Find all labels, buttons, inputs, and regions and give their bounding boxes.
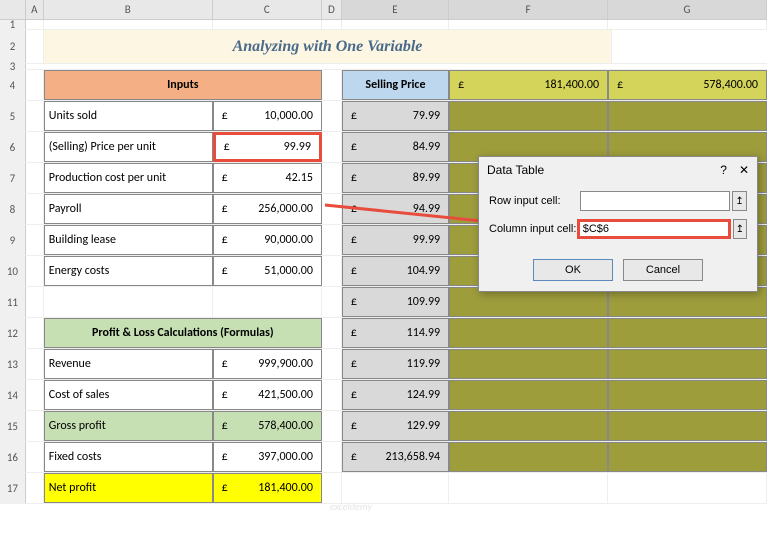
col-header-c[interactable]: C [213,0,322,19]
col-header-g[interactable]: G [608,0,767,19]
pl-val-4[interactable]: £181,400.00 [213,473,322,503]
sell-g-8[interactable] [608,349,767,379]
pl-val-0[interactable]: £999,900.00 [213,349,322,379]
pl-label-0[interactable]: Revenue [44,349,213,379]
row-header-8[interactable]: 8 [0,194,26,224]
sell-f-11[interactable] [449,442,608,472]
row-header-13[interactable]: 13 [0,349,26,379]
pl-val-3[interactable]: £397,000.00 [213,442,322,472]
col-input-field[interactable] [577,219,731,239]
inputs-label-3[interactable]: Payroll [44,194,213,224]
sell-row-10[interactable]: £129.99 [342,411,449,441]
row-header-6[interactable]: 6 [0,132,26,162]
sell-row-9[interactable]: £124.99 [342,380,449,410]
sell-g-0[interactable] [608,101,767,131]
inputs-val-0[interactable]: £10,000.00 [213,101,322,131]
cancel-button[interactable]: Cancel [623,259,703,281]
selling-g-header[interactable]: £578,400.00 [608,70,767,100]
col-header-a[interactable]: A [26,0,44,19]
inputs-val-5[interactable]: £51,000.00 [213,256,322,286]
sell-f-9[interactable] [449,380,608,410]
inputs-val-3[interactable]: £256,000.00 [213,194,322,224]
data-table-dialog: Data Table ? ✕ Row input cell: ↥ Column … [478,156,758,292]
row-header-1[interactable]: 1 [0,20,26,29]
watermark: exceldemy [330,500,372,513]
row-header-14[interactable]: 14 [0,380,26,410]
sell-g-9[interactable] [608,380,767,410]
pl-label-3[interactable]: Fixed costs [44,442,213,472]
sell-row-2[interactable]: £89.99 [342,163,449,193]
pl-val-2[interactable]: £578,400.00 [213,411,322,441]
sell-row-0[interactable]: £79.99 [342,101,449,131]
sell-row-5[interactable]: £104.99 [342,256,449,286]
col-header-d[interactable]: D [322,0,342,19]
help-icon[interactable]: ? [720,163,727,177]
sell-g-11[interactable] [608,442,767,472]
sell-g-10[interactable] [608,411,767,441]
close-icon[interactable]: ✕ [739,163,749,177]
row-header-16[interactable]: 16 [0,442,26,472]
inputs-label-5[interactable]: Energy costs [44,256,213,286]
column-headers: A B C D E F G [0,0,767,20]
inputs-label-4[interactable]: Building lease [44,225,213,255]
ok-button[interactable]: OK [533,259,613,281]
row-header-12[interactable]: 12 [0,318,26,348]
inputs-val-1[interactable]: £99.99 [213,132,322,162]
sell-row-7[interactable]: £114.99 [342,318,449,348]
pl-label-2[interactable]: Gross profit [44,411,213,441]
sell-row-3[interactable]: £94.99 [342,194,449,224]
pl-val-1[interactable]: £421,500.00 [213,380,322,410]
col-header-b[interactable]: B [44,0,213,19]
pl-label-4[interactable]: Net profit [44,473,213,503]
row-header-9[interactable]: 9 [0,225,26,255]
sell-f-7[interactable] [449,318,608,348]
row-picker-icon[interactable]: ↥ [732,191,747,211]
spreadsheet: A B C D E F G 1 2 Analyzing with One Var… [0,0,767,538]
col-input-label: Column input cell: [489,223,577,235]
sell-row-11[interactable]: £213,658.94 [342,442,449,472]
row-header-15[interactable]: 15 [0,411,26,441]
sell-row-4[interactable]: £99.99 [342,225,449,255]
dialog-title: Data Table [487,163,544,177]
sell-row-1[interactable]: £84.99 [342,132,449,162]
selling-f-header[interactable]: £181,400.00 [449,70,608,100]
page-title: Analyzing with One Variable [44,30,612,63]
row-header-7[interactable]: 7 [0,163,26,193]
row-header-17[interactable]: 17 [0,473,26,503]
row-header-2[interactable]: 2 [0,30,26,63]
row-header-5[interactable]: 5 [0,101,26,131]
inputs-header: Inputs [44,70,322,100]
sell-f-8[interactable] [449,349,608,379]
inputs-label-0[interactable]: Units sold [44,101,213,131]
row-header-11[interactable]: 11 [0,287,26,317]
sell-g-7[interactable] [608,318,767,348]
col-picker-icon[interactable]: ↥ [733,219,747,239]
sell-f-0[interactable] [449,101,608,131]
sell-row-8[interactable]: £119.99 [342,349,449,379]
inputs-val-2[interactable]: £42.15 [213,163,322,193]
row-header-3[interactable]: 3 [0,64,26,69]
row-header-10[interactable]: 10 [0,256,26,286]
row-header-4[interactable]: 4 [0,70,26,100]
sell-row-6[interactable]: £109.99 [342,287,449,317]
inputs-label-1[interactable]: (Selling) Price per unit [44,132,213,162]
inputs-label-2[interactable]: Production cost per unit [44,163,213,193]
row-input-label: Row input cell: [489,195,580,207]
pl-label-1[interactable]: Cost of sales [44,380,213,410]
inputs-val-4[interactable]: £90,000.00 [213,225,322,255]
selling-price-header: Selling Price [342,70,449,100]
pl-header: Profit & Loss Calculations (Formulas) [44,318,322,348]
col-header-f[interactable]: F [449,0,608,19]
select-all-corner[interactable] [0,0,26,19]
col-header-e[interactable]: E [342,0,449,19]
sell-f-10[interactable] [449,411,608,441]
row-input-field[interactable] [580,191,730,211]
